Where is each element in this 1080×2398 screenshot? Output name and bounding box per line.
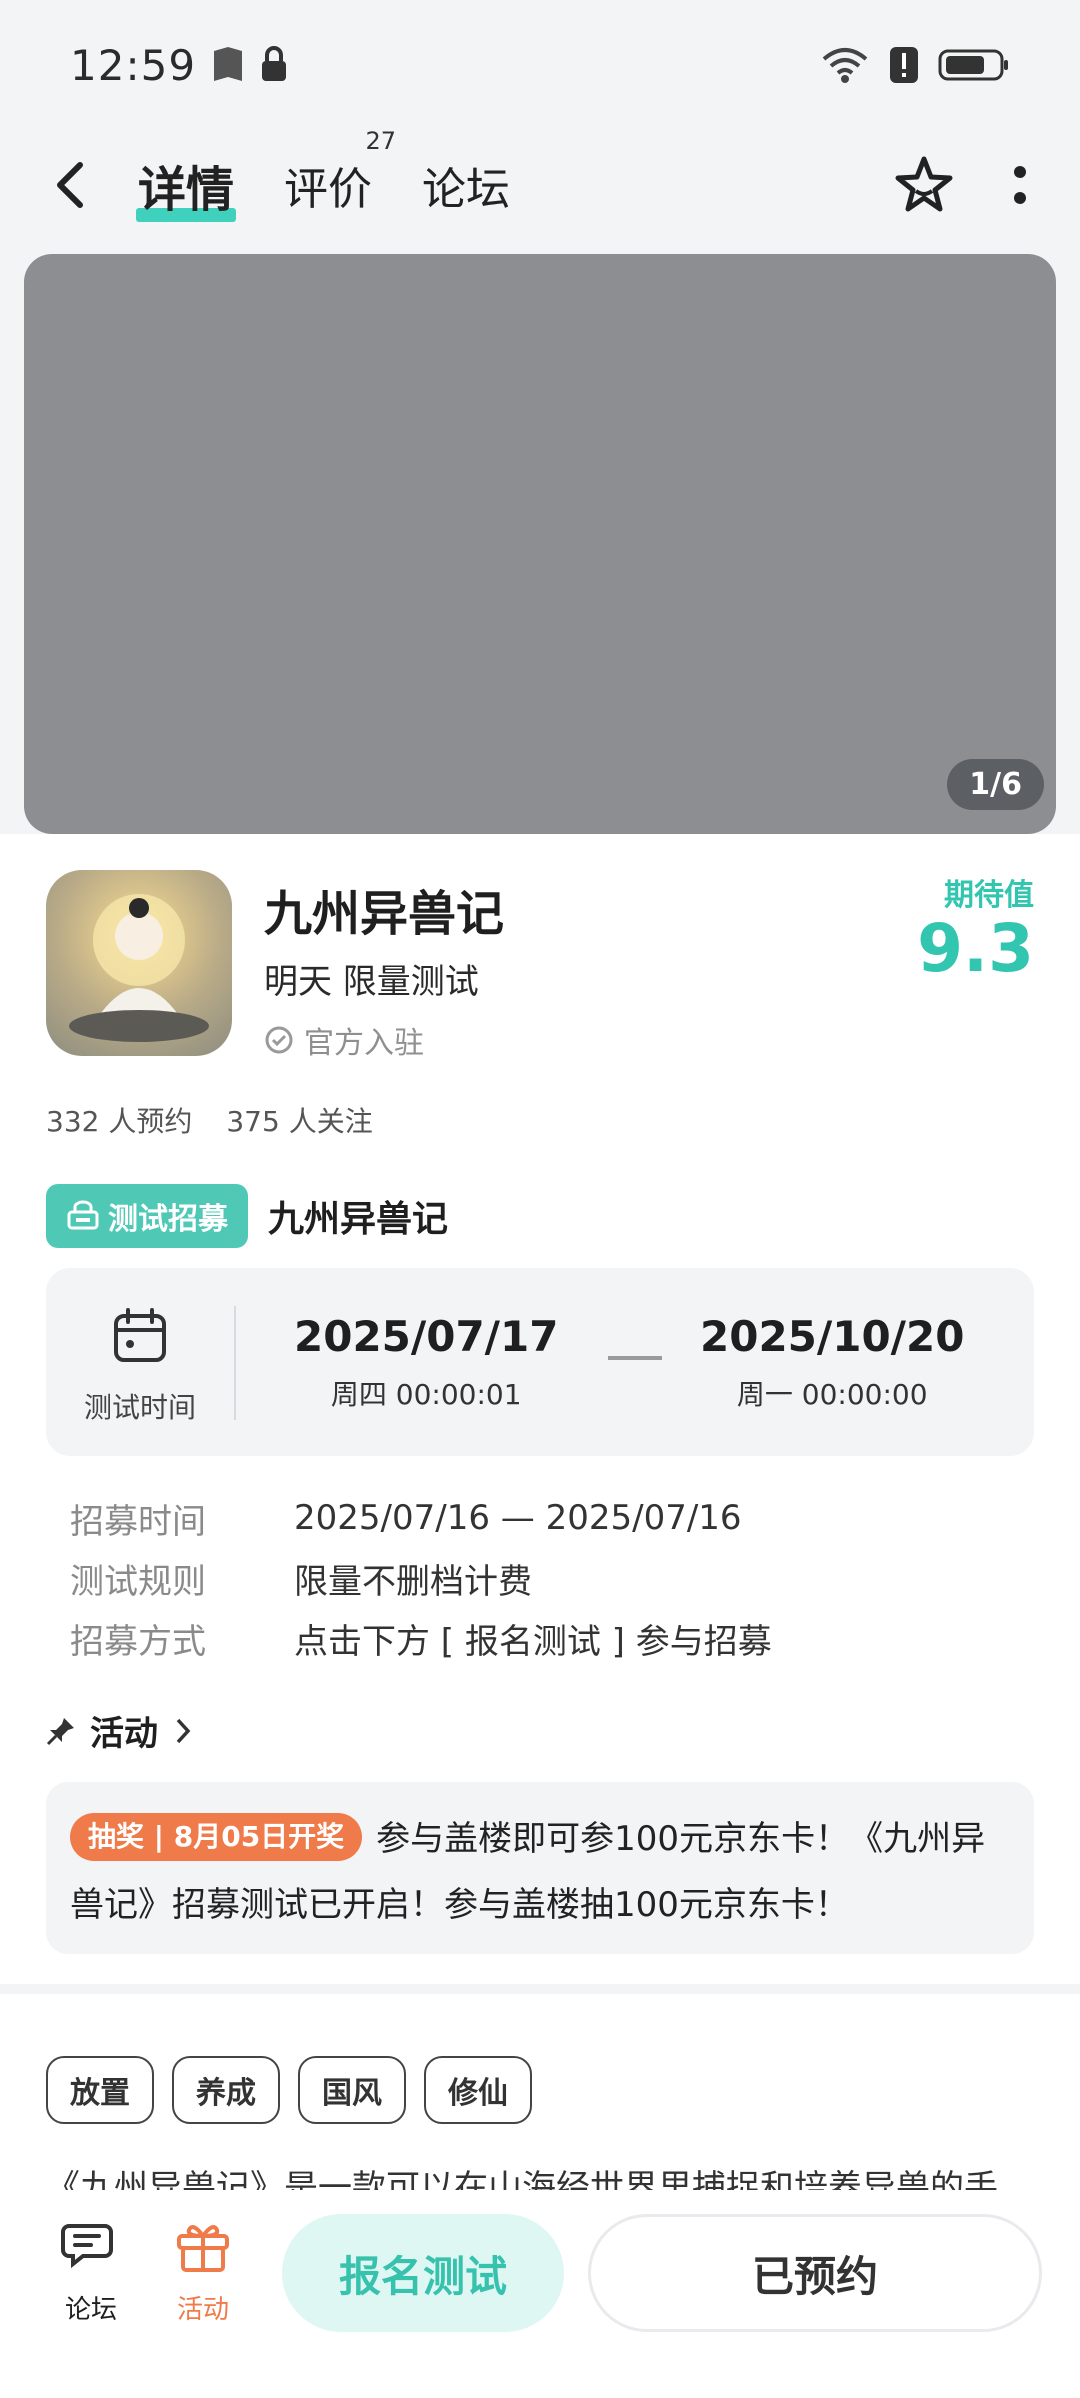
star-icon[interactable] (892, 153, 956, 217)
stats-row: 332 人预约 375 人关注 (46, 1100, 373, 1140)
app-icon (46, 870, 232, 1056)
info-key: 招募时间 (70, 1501, 206, 1542)
start-date-block: 2025/07/17 周四 00:00:01 (294, 1312, 558, 1413)
app-title: 九州异兽记 (264, 886, 505, 942)
book-icon (214, 47, 243, 81)
info-key: 测试规则 (70, 1561, 206, 1602)
forum-label: 论坛 (64, 2295, 117, 2325)
test-time-label-block: 测试时间 (80, 1306, 200, 1426)
bottom-action-bar: 论坛 活动 报名测试 已预约 (0, 2190, 1080, 2398)
recruit-badge-label: 测试招募 (108, 1202, 228, 1237)
calendar-icon (114, 1308, 166, 1362)
lottery-tag: 抽奖 | 8月05日开奖 (70, 1813, 363, 1861)
expectation-label: 期待值 (944, 878, 1034, 913)
reservation-count: 332 人预约 (46, 1105, 193, 1138)
signup-test-button[interactable]: 报名测试 (282, 2214, 564, 2332)
carousel-counter: 1/6 (947, 759, 1044, 810)
date-range-arrow (608, 1356, 662, 1360)
status-time: 12:59 (70, 40, 197, 90)
activity-button[interactable]: 活动 (148, 2218, 258, 2326)
activity-card[interactable]: 抽奖 | 8月05日开奖 参与盖楼即可参100元京东卡！《九州异兽记》招募测试已开… (46, 1782, 1034, 1954)
end-date: 2025/10/20 (700, 1312, 965, 1361)
activity-label: 活动 (176, 2295, 229, 2325)
start-time: 周四 00:00:01 (330, 1378, 522, 1411)
chevron-right-icon (176, 1718, 191, 1743)
tag-chip[interactable]: 国风 (298, 2056, 406, 2124)
recruit-badge: 测试招募 (46, 1184, 248, 1248)
info-value: 点击下方 [ 报名测试 ] 参与招募 (294, 1621, 772, 1662)
activity-title: 活动 (90, 1714, 158, 1754)
info-row-recruit-time: 招募时间 2025/07/16 — 2025/07/16 (70, 1488, 772, 1548)
official-label: 官方入驻 (304, 1026, 424, 1061)
app-subtitle: 明天 限量测试 (264, 962, 479, 1002)
app-header: 九州异兽记 明天 限量测试 官方入驻 期待值 9.3 (46, 870, 1034, 1070)
tag-chip[interactable]: 放置 (46, 2056, 154, 2124)
top-navigation: 详情 评价 27 论坛 (0, 127, 1080, 240)
expectation-score: 期待值 9.3 (917, 870, 1034, 982)
more-icon[interactable] (1012, 160, 1028, 210)
pin-icon (46, 1717, 74, 1745)
gift-icon (177, 2225, 229, 2272)
info-key: 招募方式 (70, 1621, 206, 1662)
end-time: 周一 00:00:00 (736, 1378, 928, 1411)
info-value: 限量不删档计费 (294, 1561, 532, 1602)
alert-icon (890, 47, 918, 83)
tab-reviews[interactable]: 评价 27 (284, 127, 396, 217)
tab-reviews-label: 评价 (284, 164, 373, 215)
tag-chip[interactable]: 修仙 (424, 2056, 532, 2124)
back-button[interactable] (52, 155, 102, 215)
official-badge: 官方入驻 (264, 1018, 424, 1062)
vertical-divider (234, 1306, 236, 1420)
forum-button[interactable]: 论坛 (36, 2218, 146, 2326)
follower-count: 375 人关注 (226, 1105, 373, 1138)
info-row-recruit-method: 招募方式 点击下方 [ 报名测试 ] 参与招募 (70, 1608, 772, 1668)
check-circle-icon (265, 1026, 293, 1054)
reserved-button[interactable]: 已预约 (588, 2214, 1042, 2332)
test-time-card: 测试时间 2025/07/17 周四 00:00:01 2025/10/20 周… (46, 1268, 1034, 1456)
status-bar: 12:59 (0, 0, 1080, 130)
recruit-game-name: 九州异兽记 (268, 1199, 449, 1240)
forum-icon (61, 2224, 113, 2269)
info-value: 2025/07/16 — 2025/07/16 (294, 1498, 742, 1538)
media-carousel[interactable]: 1/6 (24, 254, 1056, 834)
wifi-icon (822, 48, 868, 83)
reviews-count: 27 (365, 127, 397, 155)
lock-icon (262, 46, 287, 81)
info-row-test-rule: 测试规则 限量不删档计费 (70, 1548, 772, 1608)
battery-icon (938, 49, 1008, 81)
tag-list: 放置 养成 国风 修仙 (46, 2056, 532, 2124)
app-icon-image (69, 894, 209, 1042)
tab-forum[interactable]: 论坛 (422, 153, 510, 217)
recruit-info: 招募时间 2025/07/16 — 2025/07/16 测试规则 限量不删档计… (70, 1488, 772, 1668)
game-info-section: 九州异兽记 明天 限量测试 官方入驻 期待值 9.3 332 人预约 375 人… (0, 834, 1080, 1984)
back-arrow-icon (57, 162, 83, 208)
end-date-block: 2025/10/20 周一 00:00:00 (700, 1312, 964, 1413)
recruit-icon (67, 1200, 99, 1230)
recruit-header: 测试招募 九州异兽记 (46, 1184, 448, 1248)
tab-details[interactable]: 详情 (135, 150, 237, 222)
start-date: 2025/07/17 (294, 1312, 559, 1361)
test-time-label: 测试时间 (83, 1391, 196, 1424)
tag-chip[interactable]: 养成 (172, 2056, 280, 2124)
activity-header[interactable]: 活动 (46, 1706, 194, 1755)
expectation-value: 9.3 (917, 910, 1034, 987)
